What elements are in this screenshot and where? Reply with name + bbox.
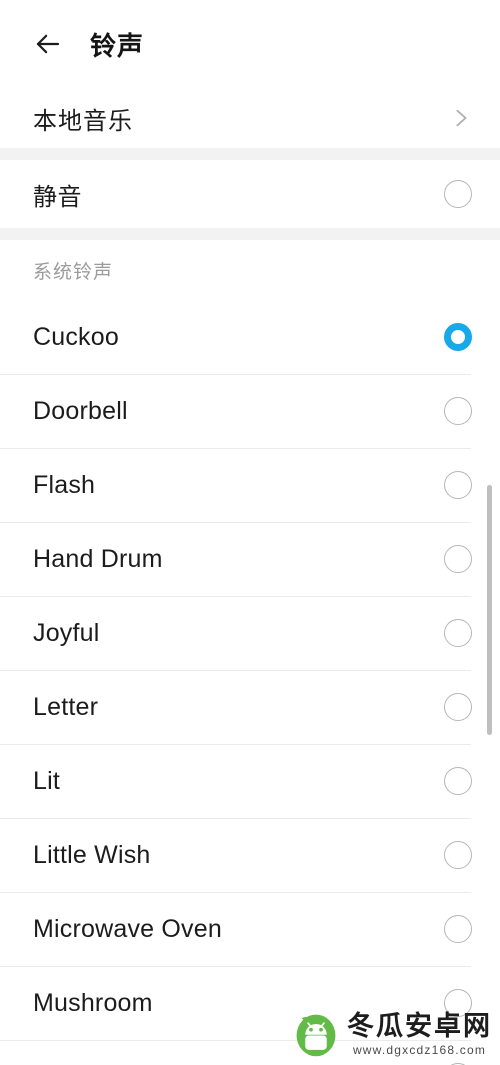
ringtone-row[interactable]: Little Wish: [0, 818, 500, 892]
silent-label: 静音: [33, 183, 82, 211]
ringtone-row[interactable]: Cuckoo: [0, 300, 500, 374]
ringtone-row[interactable]: Doorbell: [0, 374, 500, 448]
app-header: 铃声: [0, 0, 500, 88]
vertical-scrollbar[interactable]: [487, 485, 492, 735]
ringtone-radio[interactable]: [444, 767, 472, 795]
ringtone-label: Lit: [33, 766, 61, 795]
ringtone-row[interactable]: Microwave Oven: [0, 892, 500, 966]
ringtone-label: Flash: [33, 470, 96, 499]
page-title: 铃声: [90, 30, 145, 61]
ringtone-row[interactable]: New World: [0, 1040, 500, 1065]
ringtone-radio[interactable]: [444, 323, 472, 351]
ringtone-label: Cuckoo: [33, 322, 119, 351]
ringtone-radio[interactable]: [444, 619, 472, 647]
ringtone-row[interactable]: Lit: [0, 744, 500, 818]
ringtone-list: Cuckoo Doorbell Flash Hand Drum Joyful L…: [0, 300, 500, 1065]
silent-radio[interactable]: [444, 180, 472, 208]
ringtone-radio[interactable]: [444, 545, 472, 573]
ringtone-label: Hand Drum: [33, 544, 163, 573]
ringtone-row[interactable]: Flash: [0, 448, 500, 522]
ringtone-settings-screen: 铃声 本地音乐 静音 系统铃声 Cuckoo Doorbell Flash Ha…: [0, 0, 500, 1065]
ringtone-radio[interactable]: [444, 397, 472, 425]
ringtone-row[interactable]: Letter: [0, 670, 500, 744]
chevron-right-icon: [456, 109, 467, 127]
local-music-row[interactable]: 本地音乐: [0, 88, 500, 148]
back-arrow-icon: [36, 34, 60, 54]
ringtone-label: Letter: [33, 692, 99, 721]
ringtone-label: Doorbell: [33, 396, 128, 425]
silent-row[interactable]: 静音: [0, 160, 500, 228]
ringtone-label: Microwave Oven: [33, 914, 222, 943]
section-divider-band-bottom: [0, 228, 500, 240]
section-divider-band-top: [0, 148, 500, 160]
ringtone-radio[interactable]: [444, 693, 472, 721]
ringtone-label: Joyful: [33, 618, 100, 647]
ringtone-radio[interactable]: [444, 841, 472, 869]
ringtone-label: Mushroom: [33, 988, 153, 1017]
ringtone-row[interactable]: Mushroom: [0, 966, 500, 1040]
ringtone-radio[interactable]: [444, 915, 472, 943]
back-button[interactable]: [33, 29, 63, 59]
ringtone-radio[interactable]: [444, 989, 472, 1017]
local-music-label: 本地音乐: [33, 107, 133, 135]
ringtone-radio[interactable]: [444, 471, 472, 499]
ringtone-label: Little Wish: [33, 840, 151, 869]
system-ringtones-section-header: 系统铃声: [0, 240, 500, 300]
ringtone-row[interactable]: Joyful: [0, 596, 500, 670]
ringtone-row[interactable]: Hand Drum: [0, 522, 500, 596]
silent-section: 静音: [0, 160, 500, 228]
